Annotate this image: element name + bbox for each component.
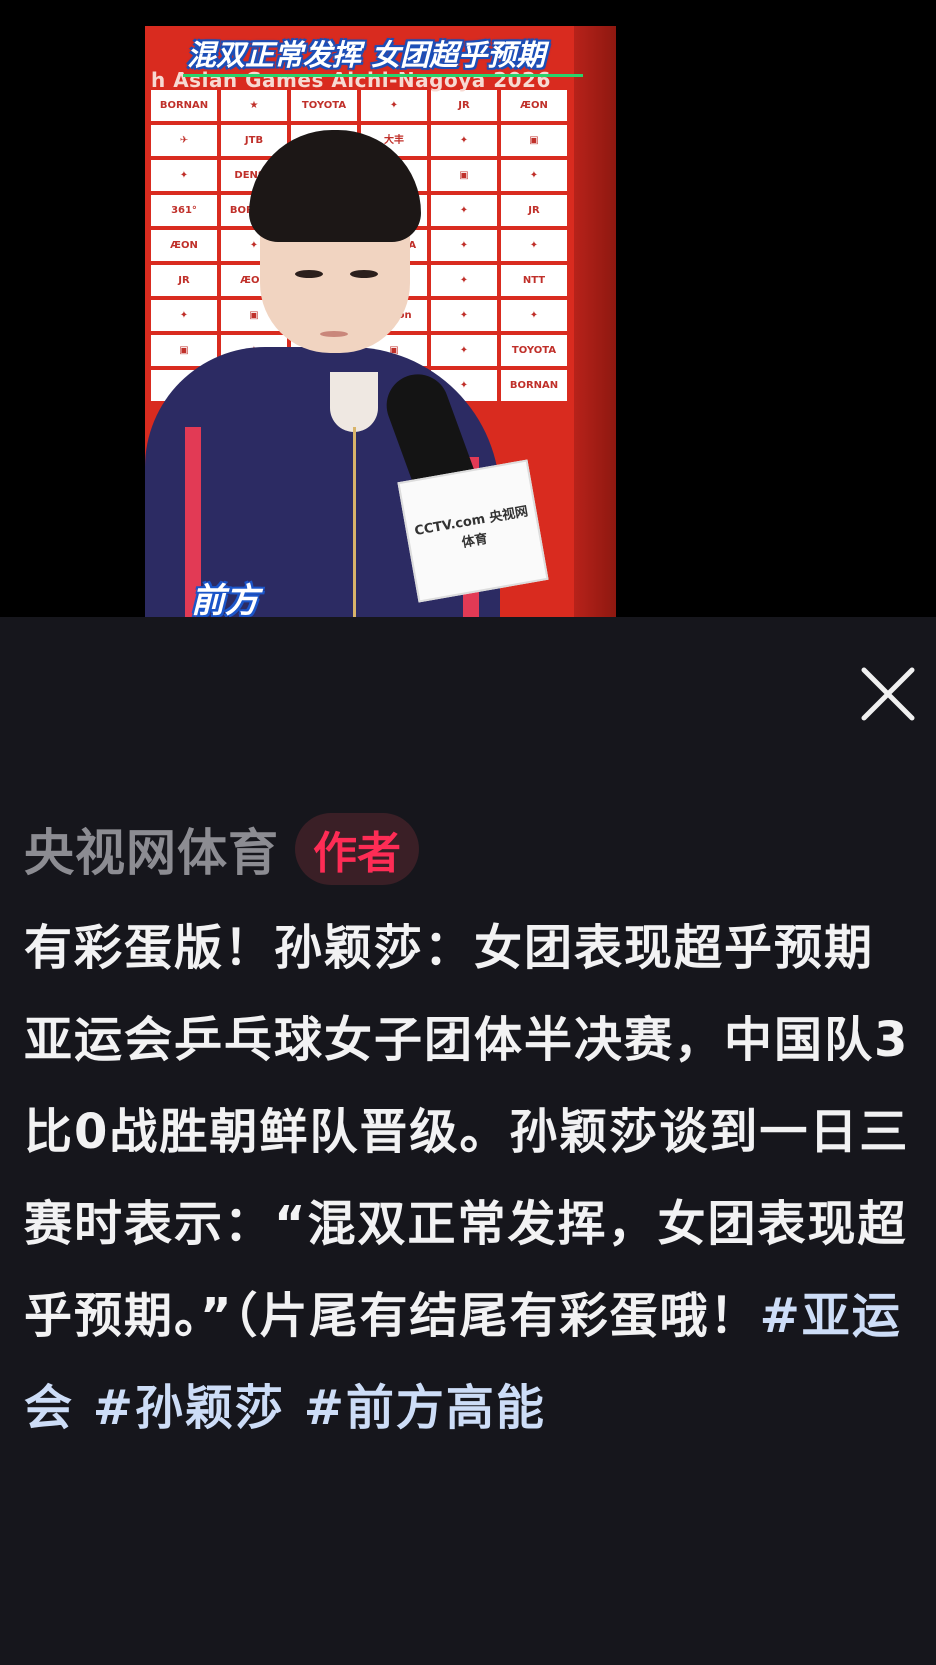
sponsor-logo: TOYOTA <box>291 90 357 121</box>
sponsor-logo: ✦ <box>431 335 497 366</box>
sponsor-logo: JR <box>151 265 217 296</box>
sponsor-logo: ✦ <box>151 300 217 331</box>
sponsor-logo: ✦ <box>501 300 567 331</box>
sponsor-logo: BORNAN <box>501 370 567 401</box>
video-frame[interactable]: BORNAN ★ TOYOTA ✦ JR ÆON ✈ JTB ✦ 大丰 ✦ ▣ … <box>145 26 616 617</box>
backdrop-edge <box>574 26 616 617</box>
sponsor-logo: JR <box>501 195 567 226</box>
sponsor-logo: ✦ <box>501 160 567 191</box>
author-row: 央视网体育 作者 <box>24 812 419 886</box>
description-body: 亚运会乒乓球女子团体半决赛，中国队3比0战胜朝鲜队晋级。孙颖莎谈到一日三赛时表示… <box>24 994 924 1454</box>
athlete-collar <box>330 372 378 432</box>
sponsor-logo: NTT <box>501 265 567 296</box>
athlete-mouth <box>320 331 348 337</box>
sponsor-logo: BORNAN <box>151 90 217 121</box>
video-player[interactable]: BORNAN ★ TOYOTA ✦ JR ÆON ✈ JTB ✦ 大丰 ✦ ▣ … <box>0 0 936 617</box>
author-badge: 作者 <box>295 813 419 885</box>
video-caption: 混双正常发挥 女团超乎预期 <box>187 38 546 72</box>
athlete-eye <box>350 270 378 278</box>
sponsor-logo: JR <box>431 90 497 121</box>
sponsor-logo: ✈ <box>151 125 217 156</box>
sponsor-logo: ÆON <box>151 230 217 261</box>
sponsor-logo: 361° <box>151 195 217 226</box>
sponsor-logo: ÆON <box>501 90 567 121</box>
sponsor-logo: ★ <box>221 90 287 121</box>
description-title: 有彩蛋版！孙颖莎：女团表现超乎预期 <box>24 920 875 976</box>
sponsor-logo: ✦ <box>431 125 497 156</box>
qianfang-logo: 前方 <box>191 581 259 617</box>
hashtag-link[interactable]: #孙颖莎 <box>93 1380 285 1436</box>
author-name[interactable]: 央视网体育 <box>24 813 279 885</box>
jacket-zipper <box>353 427 356 617</box>
sponsor-logo: ✦ <box>431 195 497 226</box>
cctv-mic-flag: CCTV.com 央视网 体育 <box>397 459 549 603</box>
sponsor-logo: ✦ <box>151 160 217 191</box>
sponsor-logo: ✦ <box>501 230 567 261</box>
athlete-eye <box>295 270 323 278</box>
sponsor-logo: TOYOTA <box>501 335 567 366</box>
sponsor-logo: ✦ <box>431 300 497 331</box>
sponsor-logo: ✦ <box>431 265 497 296</box>
video-description: 有彩蛋版！孙颖莎：女团表现超乎预期 亚运会乒乓球女子团体半决赛，中国队3比0战胜… <box>24 902 924 1454</box>
sponsor-logo: ▣ <box>501 125 567 156</box>
sponsor-logo: ✦ <box>361 90 427 121</box>
hashtag-link[interactable]: #前方高能 <box>304 1380 546 1436</box>
close-icon[interactable] <box>858 664 918 724</box>
sponsor-logo: ✦ <box>431 230 497 261</box>
sponsor-logo: ▣ <box>431 160 497 191</box>
close-button[interactable] <box>858 664 918 724</box>
